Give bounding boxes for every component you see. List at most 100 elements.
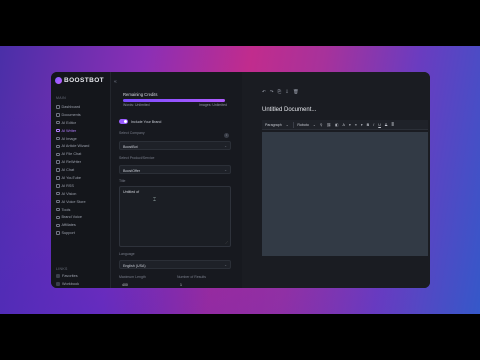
align-icon[interactable]: ≡ bbox=[355, 123, 357, 127]
results-input[interactable]: 1 bbox=[180, 283, 182, 287]
prompt-text: Untitled of bbox=[123, 190, 140, 194]
font-select[interactable]: Roboto bbox=[297, 123, 309, 127]
sidebar-item-ai-image[interactable]: AI Image bbox=[56, 135, 108, 143]
logo[interactable]: BOOSTBOT bbox=[55, 77, 104, 84]
prompt-textarea[interactable]: Untitled of ⌶ ⟋ bbox=[119, 186, 231, 247]
favorites-icon bbox=[56, 274, 60, 278]
sidebar-item-label: AI File Chat bbox=[61, 152, 82, 157]
sidebar-link-label: Workbook bbox=[62, 282, 80, 286]
sidebar-item-label: AI YouTube bbox=[61, 175, 82, 180]
logo-text: BOOSTBOT bbox=[64, 77, 105, 84]
credits-bar-fill bbox=[123, 99, 225, 102]
bold-icon[interactable]: B bbox=[367, 123, 370, 127]
strikethrough-icon[interactable]: S bbox=[385, 123, 387, 127]
sidebar-item-ai-rss[interactable]: AI RSS bbox=[56, 182, 108, 190]
max-length-label: Maximum Length bbox=[119, 275, 146, 279]
nav-item-icon bbox=[56, 199, 60, 204]
brand-toggle-label: Include Your Brand bbox=[131, 119, 162, 124]
sidebar-item-brand-voice[interactable]: Brand Voice bbox=[56, 213, 108, 221]
chevron-down-icon: ⌄ bbox=[224, 263, 227, 267]
sidebar-item-label: Support bbox=[61, 231, 75, 236]
max-length-input[interactable]: 400 bbox=[122, 283, 128, 287]
nav-item-icon bbox=[56, 207, 60, 212]
redo-icon[interactable]: ↷ bbox=[270, 89, 274, 95]
underline-icon[interactable]: U bbox=[378, 123, 381, 127]
language-select-value: English (USA) bbox=[123, 263, 146, 268]
brand-toggle-row: Include Your Brand bbox=[119, 119, 161, 124]
company-label: Select Company bbox=[119, 131, 145, 135]
sidebar-link-label: Favorites bbox=[62, 274, 78, 278]
sidebar-item-tools[interactable]: Tools bbox=[56, 206, 108, 214]
credits-title: Remaining Credits bbox=[123, 92, 158, 97]
sidebar-item-ai-vision[interactable]: AI Vision bbox=[56, 190, 108, 198]
copy-icon[interactable]: ⎘ bbox=[278, 89, 282, 95]
nav-item-icon bbox=[56, 136, 60, 141]
sidebar-item-affiliates[interactable]: Affiliates bbox=[56, 221, 108, 229]
sidebar-item-label: AI Voice Store bbox=[61, 199, 86, 204]
sidebar-item-ai-file-chat[interactable]: AI File Chat bbox=[56, 150, 108, 158]
list-icon[interactable]: ≣ bbox=[391, 123, 394, 127]
sidebar-item-label: Documents bbox=[61, 112, 81, 117]
sidebar-item-ai-voice-store[interactable]: AI Voice Store bbox=[56, 198, 108, 206]
language-label: Language bbox=[119, 252, 135, 256]
image-icon[interactable]: ◧ bbox=[335, 123, 338, 127]
sidebar-item-ai-editor[interactable]: AI Editor bbox=[56, 119, 108, 127]
nav-item-icon bbox=[56, 128, 60, 133]
nav-item-icon bbox=[56, 113, 60, 117]
link-icon[interactable]: ⛓ bbox=[327, 123, 332, 127]
company-select[interactable]: BoostBot ⌄ bbox=[119, 141, 231, 150]
text-color-icon[interactable]: A bbox=[343, 123, 345, 127]
sidebar-item-support[interactable]: Support bbox=[56, 229, 108, 237]
nav-item-icon bbox=[56, 215, 60, 220]
trash-icon[interactable]: 🗑 bbox=[293, 89, 299, 95]
sidebar-item-ai-article-wizard[interactable]: AI Article Wizard bbox=[56, 142, 108, 150]
credits-bar bbox=[123, 99, 225, 102]
sidebar-item-label: Brand Voice bbox=[61, 215, 82, 220]
sidebar-link-favorites[interactable]: Favorites bbox=[56, 274, 108, 278]
app-window: BOOSTBOT MAIN Dashboard Documents AI Edito… bbox=[51, 72, 430, 288]
italic-icon[interactable]: I bbox=[373, 123, 374, 127]
images-credits: Images: Unlimited bbox=[198, 103, 227, 107]
info-icon[interactable]: i bbox=[224, 133, 229, 138]
nav-item-icon bbox=[56, 160, 60, 164]
sidebar-link-workbook[interactable]: Workbook bbox=[56, 282, 108, 286]
undo-icon[interactable]: ↶ bbox=[262, 89, 266, 95]
editor-canvas[interactable] bbox=[262, 132, 428, 256]
brand-toggle[interactable] bbox=[119, 119, 128, 124]
divider bbox=[292, 121, 294, 128]
sidebar-item-ai-rewriter[interactable]: AI ReWriter bbox=[56, 158, 108, 166]
nav-item-icon bbox=[56, 120, 60, 125]
nav-item-icon bbox=[56, 144, 60, 149]
workbook-icon bbox=[56, 282, 60, 286]
product-select[interactable]: BoostOffer ⌄ bbox=[119, 165, 231, 174]
chevron-down-icon[interactable]: ▾ bbox=[349, 123, 351, 127]
search-icon[interactable]: ⚲ bbox=[320, 123, 323, 127]
language-select[interactable]: English (USA) ⌄ bbox=[119, 260, 231, 269]
sidebar: BOOSTBOT MAIN Dashboard Documents AI Edito… bbox=[51, 72, 111, 288]
company-select-value: BoostBot bbox=[123, 144, 138, 149]
resize-handle-icon[interactable]: ⟋ bbox=[225, 240, 228, 245]
sidebar-item-dashboard[interactable]: Dashboard bbox=[56, 103, 108, 111]
paragraph-select[interactable]: Paragraph bbox=[265, 123, 282, 127]
credits-row: Words: Unlimited Images: Unlimited bbox=[123, 103, 227, 107]
download-icon[interactable]: ⇩ bbox=[285, 89, 289, 95]
nav-item-icon bbox=[56, 168, 60, 172]
sidebar-nav: Dashboard Documents AI Editor AI Writer AI I… bbox=[56, 103, 108, 237]
document-title[interactable]: Untitled Document... bbox=[262, 107, 316, 113]
sidebar-item-label: Affiliates bbox=[61, 223, 76, 228]
sidebar-item-ai-youtube[interactable]: AI YouTube bbox=[56, 174, 108, 182]
sidebar-item-ai-writer[interactable]: AI Writer bbox=[56, 127, 108, 135]
text-cursor-icon: ⌶ bbox=[153, 197, 157, 203]
sidebar-item-label: AI RSS bbox=[61, 183, 74, 188]
nav-item-icon bbox=[56, 191, 60, 196]
nav-item-icon bbox=[56, 184, 60, 188]
sidebar-item-ai-chat[interactable]: AI Chat bbox=[56, 166, 108, 174]
sidebar-item-label: AI Image bbox=[61, 136, 77, 141]
product-label: Select Product/Service bbox=[119, 156, 155, 160]
sidebar-item-label: AI Writer bbox=[61, 128, 77, 133]
nav-item-icon bbox=[56, 176, 60, 180]
generator-panel: Remaining Credits Words: Unlimited Image… bbox=[115, 72, 235, 288]
sidebar-item-documents[interactable]: Documents bbox=[56, 111, 108, 119]
chevron-down-icon[interactable]: ▾ bbox=[361, 123, 363, 127]
sidebar-item-label: AI ReWriter bbox=[61, 160, 82, 165]
